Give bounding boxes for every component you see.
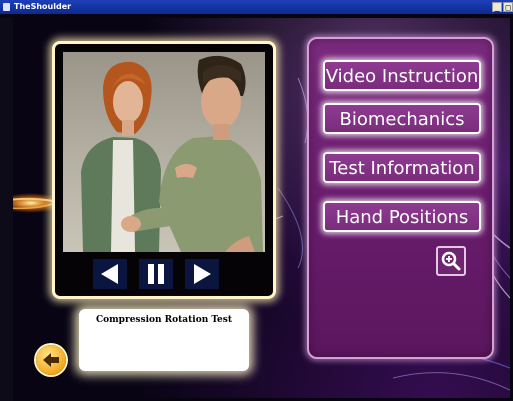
pause-button[interactable] <box>139 259 173 289</box>
caption-text: Compression Rotation Test <box>95 315 233 325</box>
zoom-button[interactable] <box>436 246 466 276</box>
video-still-illustration <box>81 55 263 252</box>
back-button[interactable] <box>36 345 66 375</box>
arrow-left-icon <box>43 353 59 367</box>
video-instruction-button[interactable]: Video Instruction <box>323 60 481 91</box>
app-icon <box>3 3 10 11</box>
left-edge <box>0 18 13 401</box>
pause-icon <box>148 264 164 284</box>
hand-positions-button[interactable]: Hand Positions <box>323 201 481 232</box>
app-window: TheShoulder _ □ Compression Rotation Tes… <box>0 0 513 401</box>
video-panel <box>52 41 276 299</box>
triangle-left-icon <box>101 264 118 284</box>
previous-button[interactable] <box>93 259 127 289</box>
maximize-button[interactable]: □ <box>503 2 513 12</box>
test-information-button[interactable]: Test Information <box>323 152 481 183</box>
biomechanics-button[interactable]: Biomechanics <box>323 103 481 134</box>
magnifier-plus-icon <box>441 251 461 271</box>
caption-box: Compression Rotation Test <box>79 309 249 371</box>
minimize-button[interactable]: _ <box>492 2 502 12</box>
menu-panel: Video Instruction Biomechanics Test Info… <box>307 37 494 359</box>
video-frame[interactable] <box>63 52 265 252</box>
triangle-right-icon <box>194 264 211 284</box>
title-bar[interactable]: TheShoulder _ □ <box>0 0 513 14</box>
next-button[interactable] <box>185 259 219 289</box>
window-title: TheShoulder <box>14 2 72 11</box>
